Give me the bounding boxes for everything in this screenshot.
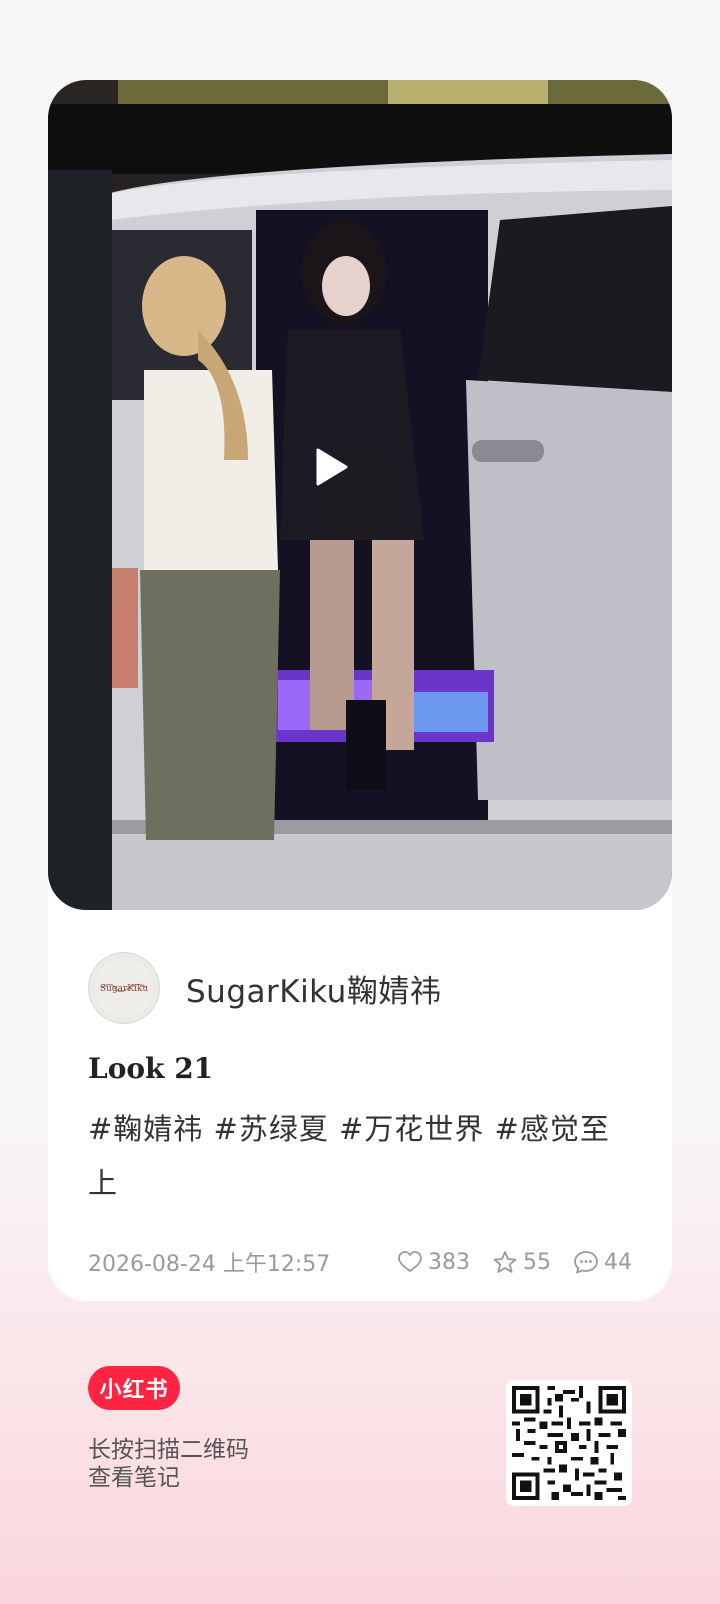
svg-text:SugarKiku: SugarKiku [100, 984, 148, 994]
qr-code-pattern [512, 1386, 626, 1500]
favorite-count: 55 [523, 1249, 551, 1275]
xiaohongshu-logo: 小红书 [88, 1366, 180, 1410]
play-icon [316, 448, 348, 486]
like-stat[interactable]: 383 [397, 1250, 470, 1275]
avatar-logo: SugarKiku [94, 958, 154, 1018]
star-icon [493, 1251, 517, 1273]
comment-icon [574, 1251, 598, 1274]
scan-hint-line2: 查看笔记 [88, 1465, 180, 1491]
comment-stat[interactable]: 44 [573, 1250, 632, 1275]
post-title: Look 21 [88, 1052, 214, 1085]
scan-hint-line1: 长按扫描二维码 [88, 1437, 249, 1463]
avatar[interactable]: SugarKiku [88, 952, 160, 1024]
video-thumbnail[interactable] [48, 80, 672, 910]
like-count: 383 [428, 1249, 470, 1275]
post-date: 2026-08-24 上午12:57 [88, 1252, 331, 1277]
note-card: SugarKiku SugarKiku鞠婧祎 Look 21 #鞠婧祎 #苏绿夏… [48, 80, 672, 1301]
qr-code[interactable] [506, 1380, 632, 1506]
author-name[interactable]: SugarKiku鞠婧祎 [186, 966, 441, 1011]
post-meta: 2026-08-24 上午12:57 383 55 44 [88, 1242, 632, 1282]
post-tags[interactable]: #鞠婧祎 #苏绿夏 #万花世界 #感觉至上 [88, 1102, 628, 1210]
scan-hint: 长按扫描二维码 查看笔记 [88, 1436, 249, 1492]
author-row[interactable]: SugarKiku SugarKiku鞠婧祎 [88, 952, 441, 1024]
play-button[interactable] [314, 448, 406, 540]
heart-icon [398, 1251, 422, 1272]
comment-count: 44 [604, 1249, 632, 1275]
favorite-stat[interactable]: 55 [492, 1250, 551, 1275]
